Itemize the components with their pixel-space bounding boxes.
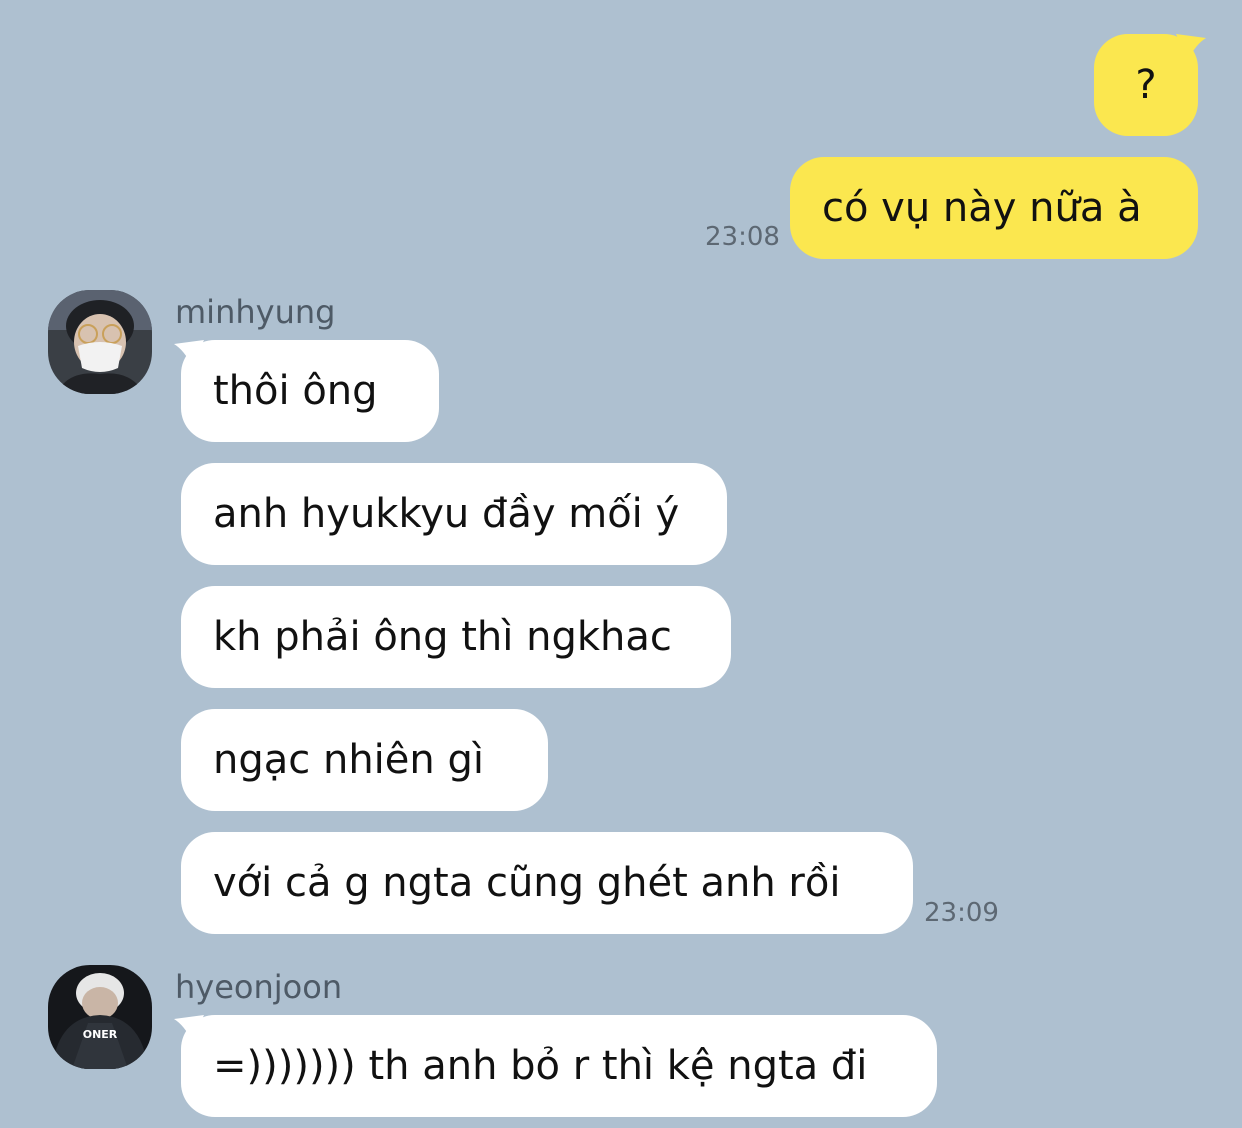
avatar-hyeonjoon[interactable]: ONER (48, 965, 152, 1069)
incoming-message-bubble[interactable]: thôi ông (181, 340, 439, 442)
sender-name: minhyung (175, 293, 336, 331)
incoming-message-bubble[interactable]: ngạc nhiên gì (181, 709, 548, 811)
person-in-jersey-icon: ONER (48, 965, 152, 1069)
sender-name: hyeonjoon (175, 968, 343, 1006)
jersey-text: ONER (83, 1028, 118, 1041)
bubble-tail-icon (1176, 34, 1206, 60)
outgoing-message-bubble[interactable]: có vụ này nữa à (790, 157, 1198, 259)
message-timestamp: 23:08 (705, 222, 780, 252)
avatar-minhyung[interactable] (48, 290, 152, 394)
person-with-mask-icon (48, 290, 152, 394)
chat-area: ? có vụ này nữa à 23:08 minhyung thôi ôn… (0, 0, 1242, 1128)
incoming-message-bubble[interactable]: anh hyukkyu đầy mối ý (181, 463, 727, 565)
message-timestamp: 23:09 (924, 898, 999, 928)
incoming-message-bubble[interactable]: kh phải ông thì ngkhac (181, 586, 731, 688)
incoming-message-bubble[interactable]: với cả g ngta cũng ghét anh rồi (181, 832, 913, 934)
incoming-message-bubble[interactable]: =))))))) th anh bỏ r thì kệ ngta đi (181, 1015, 937, 1117)
